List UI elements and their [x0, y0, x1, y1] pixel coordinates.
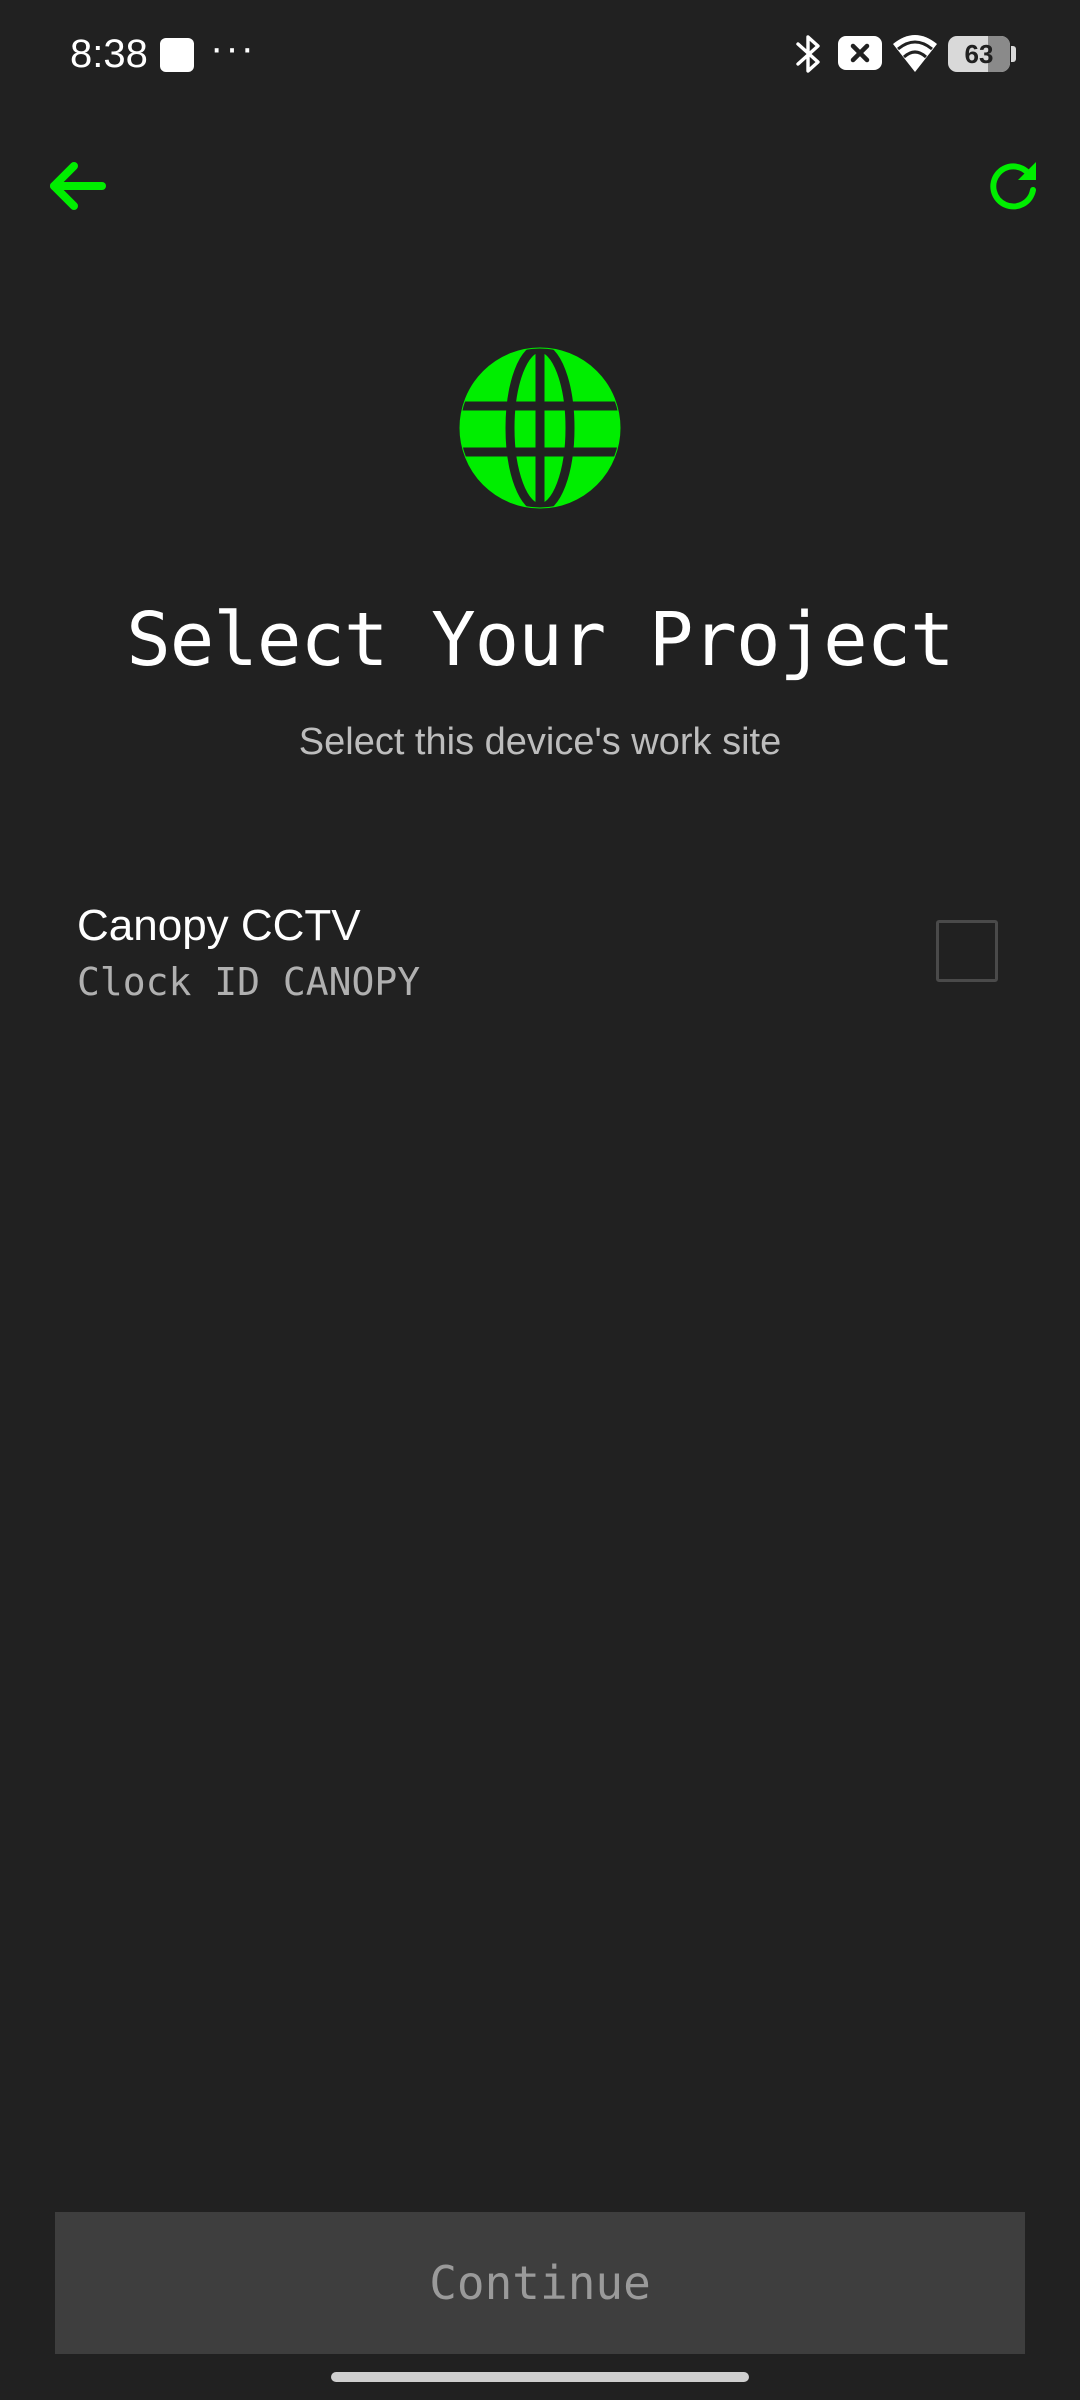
bluetooth-icon	[796, 35, 820, 73]
more-notifications-icon: ···	[210, 26, 256, 70]
notification-square-icon	[160, 38, 194, 72]
battery-tip	[1011, 46, 1016, 62]
arrow-left-icon	[50, 162, 106, 210]
status-time: 8:38	[70, 32, 148, 76]
page-subtitle: Select this device's work site	[298, 721, 782, 763]
home-indicator[interactable]	[331, 2372, 749, 2382]
project-clock-id: Clock ID CANOPY	[77, 960, 421, 1004]
status-bar: 8:38 ··· 63	[0, 0, 1080, 108]
globe-icon	[459, 346, 621, 510]
no-sim-icon	[838, 36, 882, 70]
project-list-item[interactable]: Canopy CCTV Clock ID CANOPY	[44, 880, 1036, 1030]
wifi-icon	[893, 35, 937, 72]
battery-level: 63	[964, 39, 994, 69]
refresh-icon	[990, 162, 1036, 210]
refresh-button[interactable]	[978, 152, 1048, 222]
project-name: Canopy CCTV	[77, 901, 361, 950]
project-select-checkbox[interactable]	[936, 920, 998, 982]
back-button[interactable]	[44, 150, 114, 220]
continue-button[interactable]: Continue	[55, 2212, 1025, 2354]
page-title: Select Your Project	[126, 597, 954, 683]
battery-icon: 63	[948, 36, 1010, 72]
